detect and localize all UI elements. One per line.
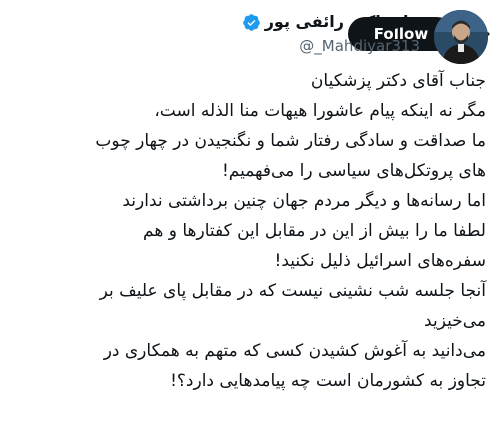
verified-badge-icon bbox=[242, 13, 261, 32]
tweet-line: جناب آقای دکتر پزشکیان bbox=[310, 71, 486, 91]
tweet-text: جناب آقای دکتر پزشکیان مگر نه اینکه پیام… bbox=[14, 66, 486, 396]
avatar[interactable] bbox=[434, 10, 488, 64]
tweet-line: سفره‌های اسرائیل ذلیل نکنید! bbox=[274, 251, 486, 271]
tweet-line: ما صداقت و سادگی رفتار شما و نگنجیدن در … bbox=[95, 131, 486, 151]
tweet-line: مگر نه اینکه پیام عاشورا هیهات منا الذله… bbox=[154, 101, 486, 121]
tweet-line: می‌خیزید bbox=[424, 311, 486, 331]
tweet: Follow علی اکبر رائفی پور @_Mahdiyar313 … bbox=[0, 0, 500, 434]
tweet-line: های پروتکل‌های سیاسی را می‌فهمیم! bbox=[221, 161, 486, 181]
author-handle[interactable]: @_Mahdiyar313 bbox=[160, 35, 420, 57]
author-name-row: علی اکبر رائفی پور bbox=[160, 10, 420, 34]
author-display-name[interactable]: علی اکبر رائفی پور bbox=[265, 10, 420, 34]
tweet-line: آنجا جلسه شب نشینی نیست که در مقابل پای … bbox=[99, 281, 486, 301]
avatar-image bbox=[434, 10, 488, 64]
author-info: علی اکبر رائفی پور @_Mahdiyar313 bbox=[160, 10, 420, 57]
tweet-line: لطفا ما را بیش از این در مقابل این کفتار… bbox=[143, 221, 486, 241]
tweet-line: می‌دانید به آغوش کشیدن کسی که متهم به هم… bbox=[103, 341, 486, 361]
tweet-line: تجاوز به کشورمان است چه پیامدهایی دارد؟! bbox=[170, 371, 486, 391]
tweet-line: اما رسانه‌ها و دیگر مردم جهان چنین برداش… bbox=[122, 191, 486, 211]
